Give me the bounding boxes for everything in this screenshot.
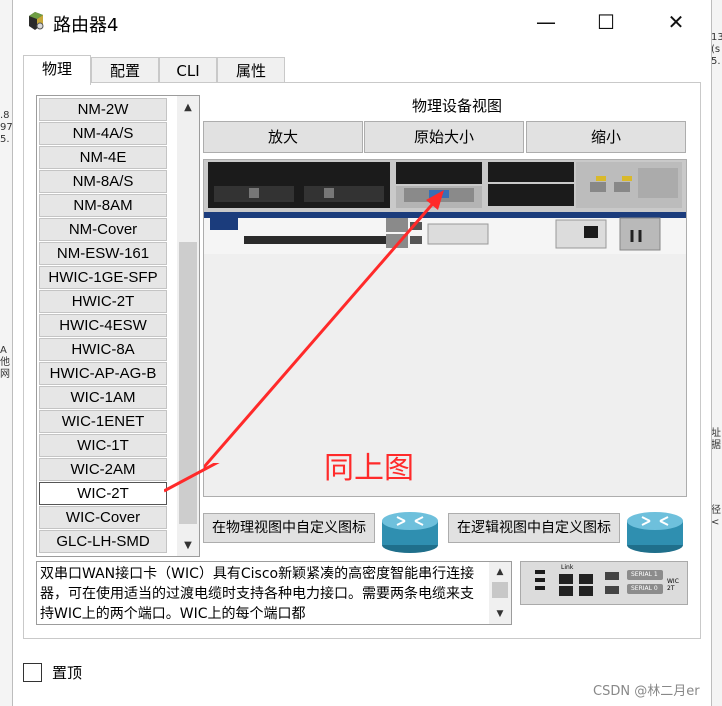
module-model-label: WIC 2T bbox=[667, 578, 679, 592]
logical-custom-icon-button[interactable]: 在逻辑视图中自定义图标 bbox=[448, 513, 620, 543]
module-item[interactable]: NM-8AM bbox=[39, 194, 167, 217]
annotation-arrow-tail bbox=[164, 463, 220, 493]
physical-custom-icon-button[interactable]: 在物理视图中自定义图标 bbox=[203, 513, 375, 543]
background-window-left: .8 97 5. A他网 bbox=[0, 0, 13, 706]
tab-physical[interactable]: 物理 bbox=[23, 55, 91, 85]
scroll-up-icon[interactable]: ▲ bbox=[177, 96, 199, 118]
module-item[interactable]: NM-4A/S bbox=[39, 122, 167, 145]
minimize-button[interactable]: — bbox=[523, 6, 569, 38]
router-icon bbox=[627, 512, 683, 553]
watermark: CSDN @林二月er bbox=[593, 684, 700, 699]
tab-attributes[interactable]: 属性 bbox=[217, 57, 285, 84]
background-fragment: 13 (s 5. bbox=[711, 32, 722, 67]
module-item[interactable]: HWIC-2T bbox=[39, 290, 167, 313]
module-item[interactable]: NM-8A/S bbox=[39, 170, 167, 193]
module-item[interactable]: WIC-2AM bbox=[39, 458, 167, 481]
original-size-button[interactable]: 原始大小 bbox=[364, 121, 524, 153]
module-item[interactable]: WIC-Cover bbox=[39, 506, 167, 529]
router-icon bbox=[382, 512, 438, 553]
module-description: 双串口WAN接口卡（WIC）具有Cisco新颖紧凑的高密度智能串行连接器，可在使… bbox=[36, 561, 512, 625]
description-text: 双串口WAN接口卡（WIC）具有Cisco新颖紧凑的高密度智能串行连接器，可在使… bbox=[40, 566, 475, 622]
serial-0-label: SERIAL 0 bbox=[631, 585, 658, 592]
module-image: Link SERIAL 1 SERIAL 0 WIC 2T bbox=[520, 561, 688, 605]
module-item[interactable]: NM-Cover bbox=[39, 218, 167, 241]
background-fragment: .8 97 5. bbox=[0, 110, 13, 145]
physical-view-title: 物理设备视图 bbox=[411, 97, 502, 115]
device-window: 路由器4 — ☐ ✕ 物理 配置 CLI 属性 NM-2W NM-4A/S NM-4… bbox=[12, 0, 712, 706]
scroll-up-icon[interactable]: ▲ bbox=[489, 562, 511, 582]
background-fragment: A他网 bbox=[0, 345, 10, 380]
physical-panel: NM-2W NM-4A/S NM-4E NM-8A/S NM-8AM NM-Cover NM… bbox=[23, 82, 701, 639]
module-item[interactable]: HWIC-AP-AG-B bbox=[39, 362, 167, 385]
module-item[interactable]: WIC-1AM bbox=[39, 386, 167, 409]
always-on-top[interactable]: 置顶 bbox=[23, 662, 82, 683]
module-item[interactable]: HWIC-4ESW bbox=[39, 314, 167, 337]
zoom-out-button[interactable]: 缩小 bbox=[526, 121, 686, 153]
serial-1-label: SERIAL 1 bbox=[631, 571, 658, 578]
router-chassis-image bbox=[204, 160, 686, 470]
module-item[interactable]: GLC-LH-SMD bbox=[39, 530, 167, 553]
module-item[interactable]: NM-ESW-161 bbox=[39, 242, 167, 265]
background-fragment: 径 < bbox=[711, 505, 721, 528]
module-item[interactable]: WIC-1T bbox=[39, 434, 167, 457]
always-on-top-label: 置顶 bbox=[52, 664, 83, 682]
module-item[interactable]: WIC-1ENET bbox=[39, 410, 167, 433]
maximize-button[interactable]: ☐ bbox=[583, 6, 629, 38]
description-scrollbar[interactable]: ▲ ▼ bbox=[489, 562, 511, 624]
tab-cli[interactable]: CLI bbox=[159, 57, 217, 84]
module-item[interactable]: NM-4E bbox=[39, 146, 167, 169]
router-app-icon bbox=[29, 12, 44, 30]
scroll-down-icon[interactable]: ▼ bbox=[489, 604, 511, 624]
window-title: 路由器4 bbox=[53, 15, 119, 36]
link-label: Link bbox=[561, 564, 574, 571]
tab-config[interactable]: 配置 bbox=[91, 57, 159, 84]
close-button[interactable]: ✕ bbox=[653, 6, 699, 38]
physical-device-view[interactable] bbox=[203, 159, 687, 497]
scrollbar-thumb[interactable] bbox=[492, 582, 508, 598]
module-item[interactable]: WIC-2T bbox=[39, 482, 167, 505]
background-fragment: 址据 bbox=[711, 428, 721, 451]
module-item[interactable]: HWIC-1GE-SFP bbox=[39, 266, 167, 289]
title-bar: 路由器4 — ☐ ✕ bbox=[13, 0, 711, 44]
annotation-text: 同上图 bbox=[324, 451, 414, 486]
module-item[interactable]: HWIC-8A bbox=[39, 338, 167, 361]
wic-2t-card-icon bbox=[521, 562, 687, 604]
zoom-in-button[interactable]: 放大 bbox=[203, 121, 363, 153]
module-item[interactable]: NM-2W bbox=[39, 98, 167, 121]
scroll-down-icon[interactable]: ▼ bbox=[177, 534, 199, 556]
always-on-top-checkbox[interactable] bbox=[23, 663, 42, 682]
